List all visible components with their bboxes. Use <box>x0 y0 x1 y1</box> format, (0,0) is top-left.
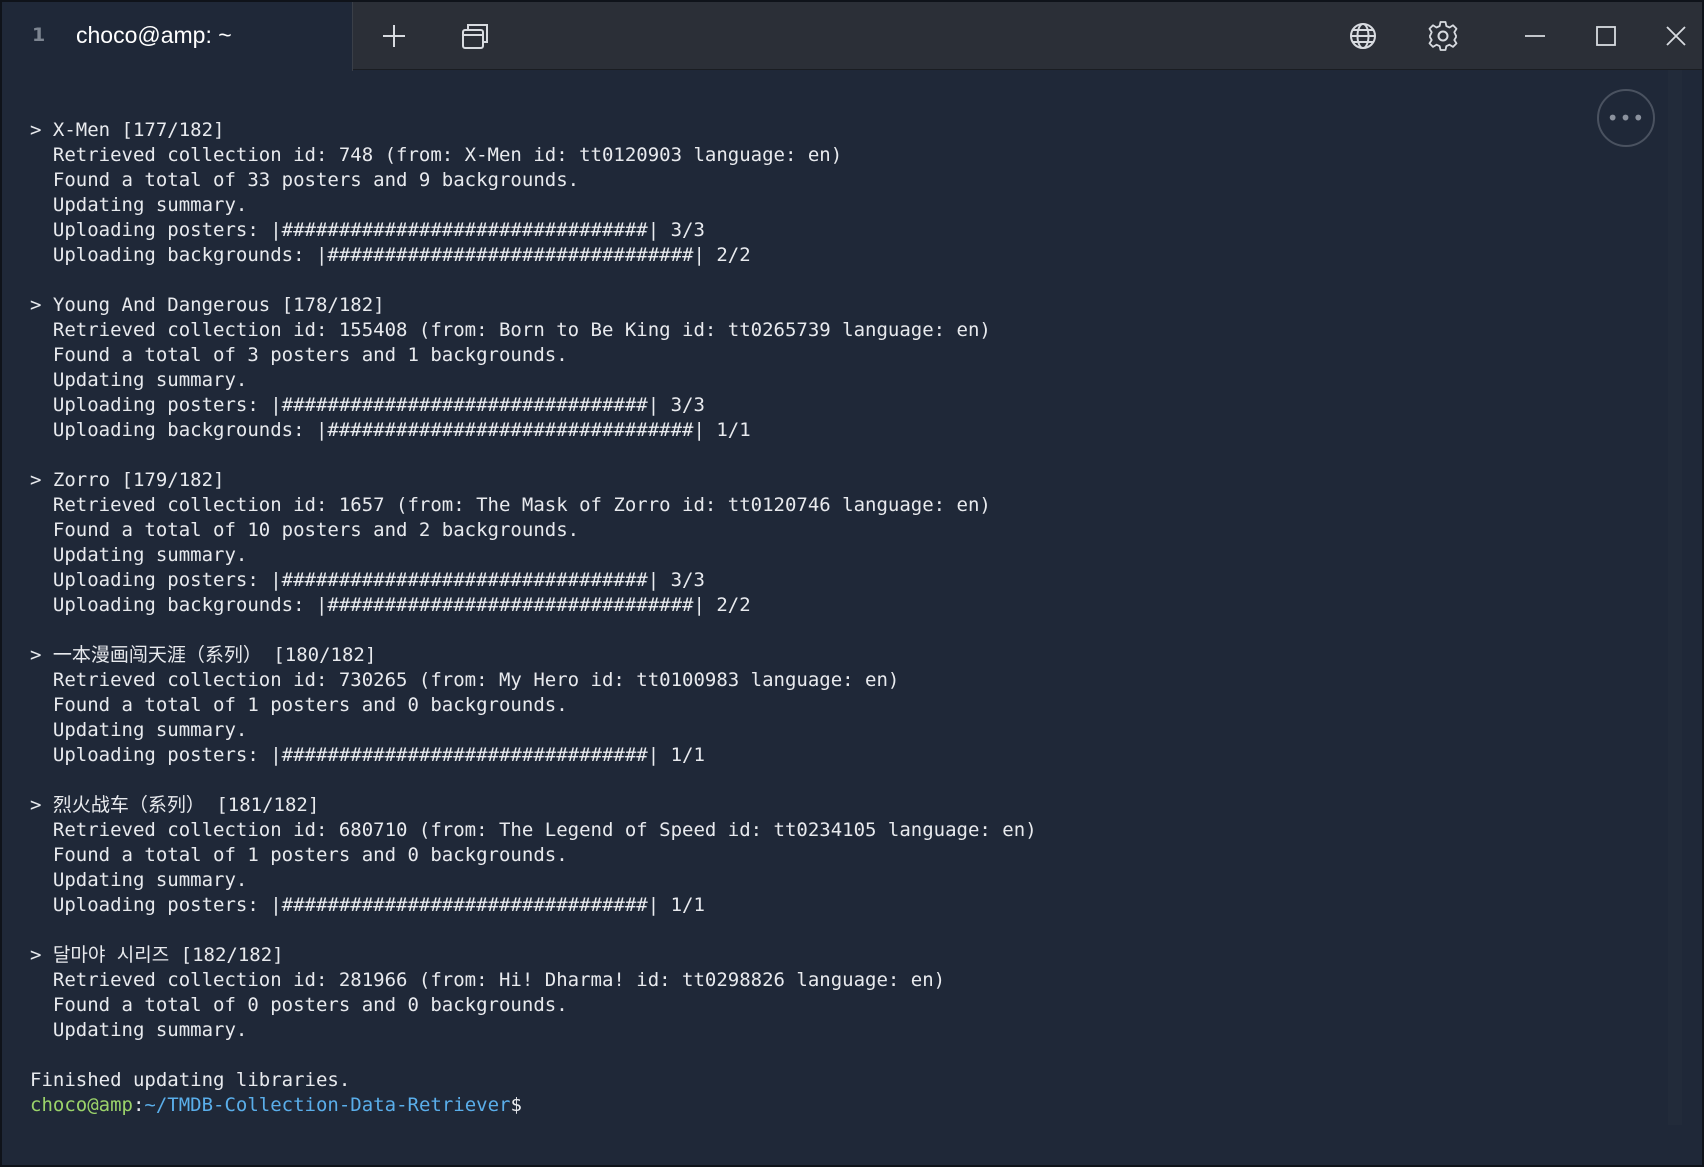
terminal-line: Found a total of 3 posters and 1 backgro… <box>30 344 568 366</box>
gear-icon[interactable] <box>1421 14 1465 58</box>
terminal-line: Uploading backgrounds: |################… <box>30 244 751 266</box>
terminal-line: Updating summary. <box>30 869 248 891</box>
tab-active[interactable]: 1 choco@amp: ~ <box>2 2 353 71</box>
terminal-line: > 달마야 시리즈 [182/182] <box>30 944 284 966</box>
terminal-line: Uploading backgrounds: |################… <box>30 594 751 616</box>
terminal-line: > X-Men [177/182] <box>30 119 225 141</box>
terminal-line: Found a total of 0 posters and 0 backgro… <box>30 994 568 1016</box>
terminal-line: Found a total of 1 posters and 0 backgro… <box>30 844 568 866</box>
more-options-button[interactable]: ••• <box>1597 89 1655 147</box>
maximize-icon[interactable] <box>1584 14 1628 58</box>
terminal-line: Retrieved collection id: 730265 (from: M… <box>30 669 900 691</box>
tab-index: 1 <box>32 24 46 46</box>
terminal-line: Uploading posters: |####################… <box>30 219 705 241</box>
terminal-line: Retrieved collection id: 748 (from: X-Me… <box>30 144 843 166</box>
prompt-sign: $ <box>510 1094 522 1116</box>
scrollbar[interactable] <box>1668 70 1682 1125</box>
minimize-icon[interactable] <box>1513 14 1557 58</box>
terminal-line: Uploading posters: |####################… <box>30 894 705 916</box>
terminal-line: Found a total of 1 posters and 0 backgro… <box>30 694 568 716</box>
terminal-line: > Young And Dangerous [178/182] <box>30 294 385 316</box>
terminal-line: > 一本漫画闯天涯（系列） [180/182] <box>30 644 377 666</box>
terminal-window: 1 choco@amp: ~ ••• > X-Men [177/182] Ret… <box>0 0 1704 1167</box>
terminal-line: > Zorro [179/182] <box>30 469 225 491</box>
terminal-line: Uploading posters: |####################… <box>30 744 705 766</box>
terminal-line: Found a total of 10 posters and 2 backgr… <box>30 519 580 541</box>
terminal-line: Uploading posters: |####################… <box>30 394 705 416</box>
terminal-line: Updating summary. <box>30 1019 248 1041</box>
close-icon[interactable] <box>1654 14 1698 58</box>
title-bar: 1 choco@amp: ~ <box>2 2 1702 71</box>
terminal-line: Retrieved collection id: 281966 (from: H… <box>30 969 946 991</box>
terminal-line: Updating summary. <box>30 544 248 566</box>
terminal-line: Found a total of 33 posters and 9 backgr… <box>30 169 580 191</box>
terminal-line: Updating summary. <box>30 194 248 216</box>
globe-icon[interactable] <box>1341 14 1385 58</box>
prompt-path: ~/TMDB-Collection-Data-Retriever <box>144 1094 511 1116</box>
shell-prompt[interactable]: choco@amp:~/TMDB-Collection-Data-Retriev… <box>30 1093 1037 1118</box>
terminal-line: Retrieved collection id: 1657 (from: The… <box>30 494 991 516</box>
terminal-line: Uploading backgrounds: |################… <box>30 419 751 441</box>
terminal-line: Finished updating libraries. <box>30 1069 351 1091</box>
terminal-output: > X-Men [177/182] Retrieved collection i… <box>30 118 1037 1118</box>
copy-windows-icon[interactable] <box>453 14 497 58</box>
tab-title: choco@amp: ~ <box>76 22 232 48</box>
terminal-line: Retrieved collection id: 680710 (from: T… <box>30 819 1037 841</box>
terminal-line: Updating summary. <box>30 369 248 391</box>
prompt-user: choco@amp <box>30 1094 133 1116</box>
terminal-line: Retrieved collection id: 155408 (from: B… <box>30 319 991 341</box>
plus-icon[interactable] <box>372 14 416 58</box>
terminal-line: Uploading posters: |####################… <box>30 569 705 591</box>
terminal-line: Updating summary. <box>30 719 248 741</box>
terminal-line: > 烈火战车（系列） [181/182] <box>30 794 320 816</box>
prompt-sep: : <box>132 1094 145 1116</box>
